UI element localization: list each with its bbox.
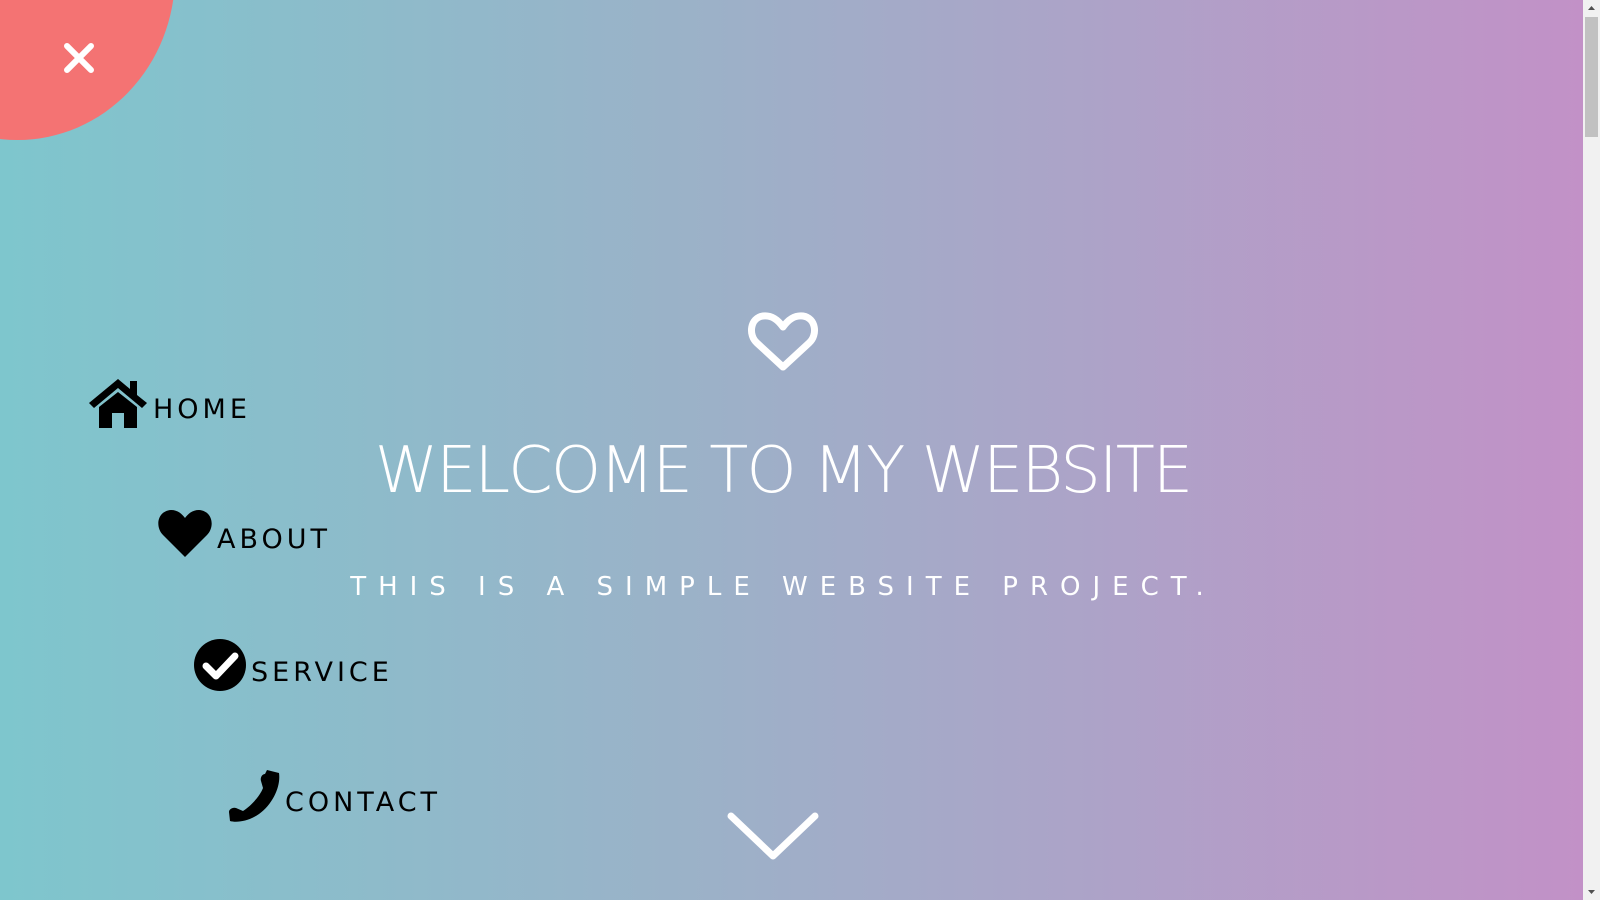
scroll-down-arrow[interactable] [1583,883,1600,900]
hero-title: WELCOME TO MY WEBSITE [374,433,1193,508]
nav-item-about[interactable]: ABOUT [157,507,331,559]
nav-label-service: SERVICE [251,657,393,688]
nav-item-service[interactable]: SERVICE [193,638,393,692]
scroll-down-button[interactable] [725,808,821,864]
chevron-down-icon [727,812,819,860]
scrollbar-thumb[interactable] [1585,17,1598,137]
caret-up-icon [1588,6,1595,10]
scroll-up-arrow[interactable] [1583,0,1600,17]
close-icon [64,43,94,73]
home-icon [89,379,147,428]
nav-label-contact: CONTACT [285,787,442,818]
heart-icon [158,510,212,557]
vertical-scrollbar[interactable] [1583,0,1600,900]
page-viewport: HOME ABOUT SERVICE CONTACT WELCOME TO MY… [0,0,1583,900]
close-menu-button[interactable] [61,40,97,76]
nav-item-home[interactable]: HOME [87,377,251,429]
phone-icon [229,770,280,822]
nav-item-contact[interactable]: CONTACT [227,768,441,822]
nav-label-about: ABOUT [217,524,332,555]
caret-down-icon [1588,890,1595,894]
nav-label-home: HOME [153,394,251,425]
check-circle-icon [194,639,246,691]
heart-outline-icon [748,312,818,371]
hero-subtitle: THIS IS A SIMPLE WEBSITE PROJECT. [350,572,1216,602]
